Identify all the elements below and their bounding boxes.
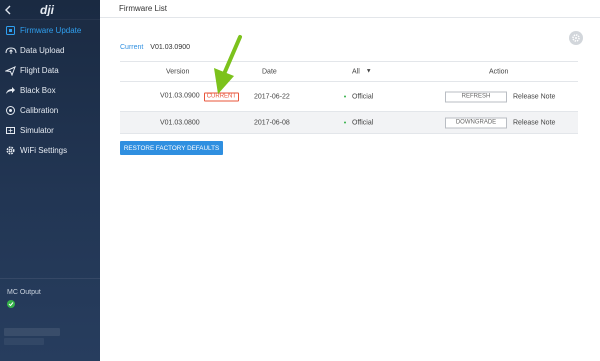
gear-icon xyxy=(572,34,580,42)
sidebar-item-data-upload[interactable]: Data Upload xyxy=(0,40,100,60)
status-text: Official xyxy=(352,119,374,126)
mc-output-label: MC Output xyxy=(7,289,41,296)
filter-value: All xyxy=(352,68,360,75)
table-row: V01.03.0800 2017-06-08 Official DOWNGRAD… xyxy=(120,112,578,134)
version-value: V01.03.0800 xyxy=(160,119,200,126)
date-cell: 2017-06-22 xyxy=(254,93,290,100)
sidebar-item-black-box[interactable]: Black Box xyxy=(0,80,100,100)
sidebar: dji Firmware Update Data Upload Flight D… xyxy=(0,0,100,361)
firmware-table: Version Date All ▼ Action V01.03.0900 CUR… xyxy=(120,61,578,134)
main-panel: Firmware List Current V01.03.0900 Versio… xyxy=(100,0,600,361)
column-header-version: Version xyxy=(166,68,190,75)
sidebar-item-label: Black Box xyxy=(20,85,56,95)
status-cell: Official xyxy=(344,93,373,100)
refresh-button[interactable]: REFRESH xyxy=(445,91,507,102)
blurred-device-info xyxy=(4,328,60,336)
check-icon xyxy=(7,300,15,308)
gear-icon xyxy=(4,144,17,157)
calibration-icon xyxy=(4,104,17,117)
svg-text:dji: dji xyxy=(40,3,55,16)
table-header: Version Date All ▼ Action xyxy=(120,61,578,82)
settings-button[interactable] xyxy=(569,31,583,45)
status-cell: Official xyxy=(344,119,373,126)
current-version: Current V01.03.0900 xyxy=(120,44,190,51)
column-header-date: Date xyxy=(262,68,277,75)
sidebar-item-label: Firmware Update xyxy=(20,25,82,35)
sidebar-item-label: Simulator xyxy=(20,125,54,135)
status-text: Official xyxy=(352,93,374,100)
version-cell: V01.03.0900 CURRENT xyxy=(160,92,240,101)
sidebar-divider xyxy=(0,278,100,279)
sidebar-item-flight-data[interactable]: Flight Data xyxy=(0,60,100,80)
sidebar-item-firmware-update[interactable]: Firmware Update xyxy=(0,20,100,40)
table-row: V01.03.0900 CURRENT 2017-06-22 Official R… xyxy=(120,82,578,112)
release-note-link[interactable]: Release Note xyxy=(513,93,555,100)
dji-logo: dji xyxy=(40,3,55,16)
status-dot-icon xyxy=(344,121,346,124)
column-header-action: Action xyxy=(489,68,509,75)
current-value: V01.03.0900 xyxy=(150,44,190,51)
sidebar-item-simulator[interactable]: Simulator xyxy=(0,120,100,140)
downgrade-button[interactable]: DOWNGRADE xyxy=(445,117,507,128)
sidebar-item-label: Calibration xyxy=(20,105,59,115)
caret-down-icon: ▼ xyxy=(365,68,372,75)
plane-icon xyxy=(4,64,17,77)
sidebar-item-label: Data Upload xyxy=(20,45,65,55)
version-value: V01.03.0900 xyxy=(160,92,200,99)
sidebar-item-wifi-settings[interactable]: WiFi Settings xyxy=(0,140,100,160)
status-dot-icon xyxy=(344,95,346,98)
sidebar-nav: Firmware Update Data Upload Flight Data … xyxy=(0,20,100,160)
sidebar-item-label: Flight Data xyxy=(20,65,59,75)
simulator-icon xyxy=(4,124,17,137)
current-label: Current xyxy=(120,44,144,51)
sidebar-item-calibration[interactable]: Calibration xyxy=(0,100,100,120)
firmware-icon xyxy=(4,24,17,37)
page-title: Firmware List xyxy=(100,0,600,18)
blurred-device-info xyxy=(4,338,44,345)
restore-factory-defaults-button[interactable]: RESTORE FACTORY DEFAULTS xyxy=(120,141,223,155)
filter-dropdown[interactable]: All ▼ xyxy=(352,68,372,75)
current-badge: CURRENT xyxy=(203,92,240,101)
page-title-text: Firmware List xyxy=(119,4,168,13)
date-cell: 2017-06-08 xyxy=(254,119,290,126)
share-arrow-icon xyxy=(4,84,17,97)
release-note-link[interactable]: Release Note xyxy=(513,119,555,126)
chevron-left-icon xyxy=(5,5,11,14)
back-button[interactable] xyxy=(0,0,16,20)
data-upload-icon xyxy=(4,44,17,57)
sidebar-header: dji xyxy=(0,0,100,20)
version-cell: V01.03.0800 xyxy=(160,119,200,126)
sidebar-item-label: WiFi Settings xyxy=(20,145,68,155)
